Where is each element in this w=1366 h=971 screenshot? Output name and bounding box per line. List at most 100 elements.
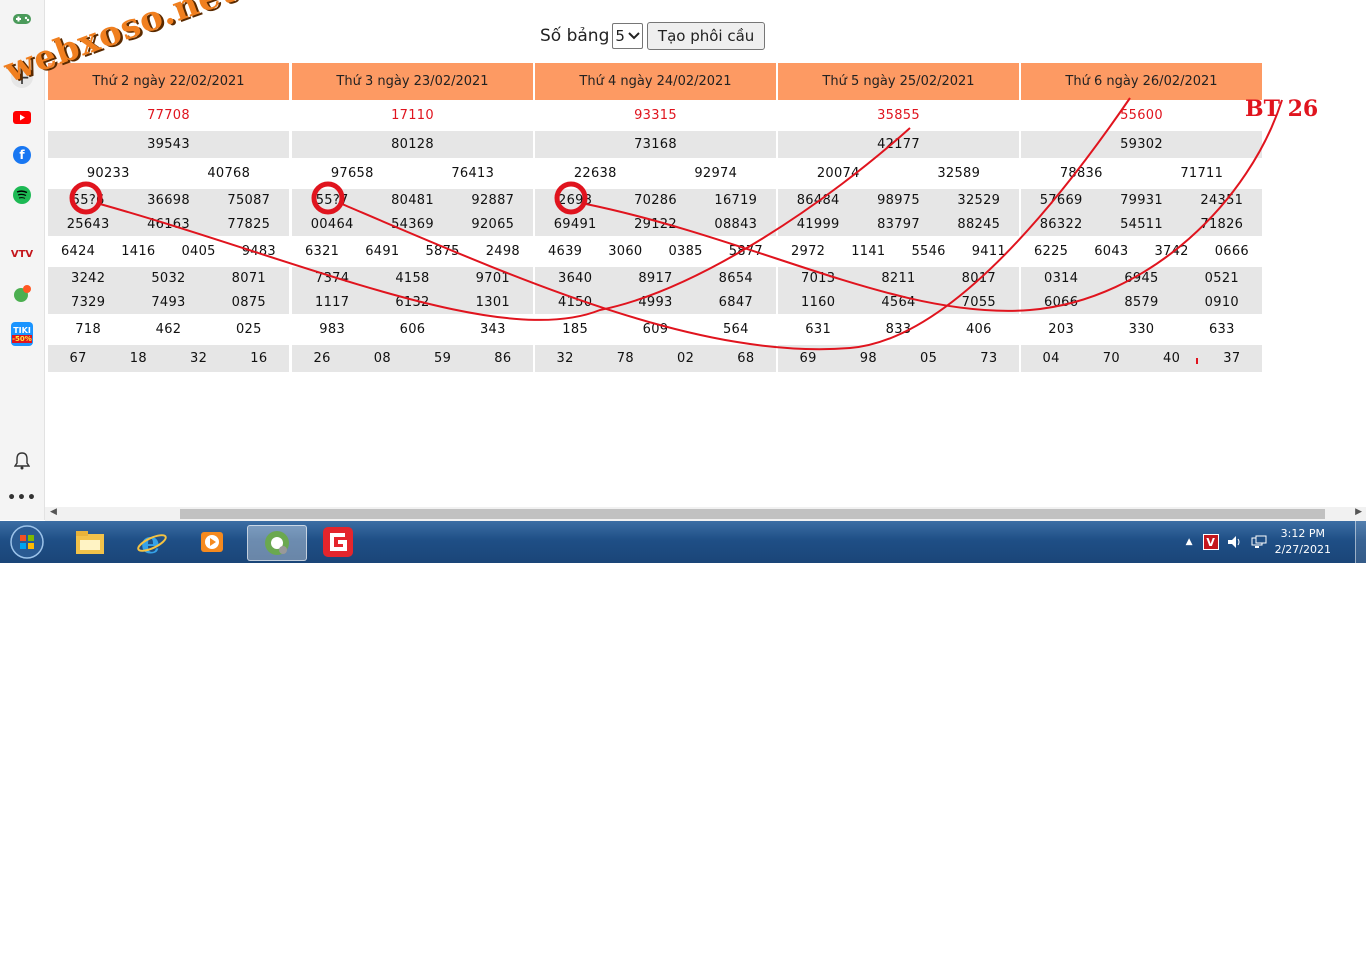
prize-number: 40768 <box>207 166 251 181</box>
prize-number: 36698 <box>147 193 190 209</box>
page-content: Số bảng 5 Tạo phôi cầu Thứ 2 ngày 22/02/… <box>45 0 1366 507</box>
prize-row: 2693 70286 16719 69491 29122 08843 <box>535 187 776 236</box>
prize-number: 330 <box>1128 322 1155 337</box>
tiki-icon[interactable]: TIKI -50% <box>11 322 33 346</box>
prize-number: 4150 <box>558 294 593 310</box>
prize-number: 6321 <box>304 244 340 259</box>
prize-row: 59302 <box>1021 129 1262 158</box>
scroll-left-icon[interactable]: ◀ <box>50 507 57 517</box>
prize-row: 78836 71711 <box>1021 158 1262 187</box>
coccoc-browser-icon[interactable] <box>247 525 307 561</box>
prize-number: 8917 <box>638 271 673 287</box>
special-prize-number: 55600 <box>1120 108 1163 123</box>
prize-number: 54511 <box>1120 216 1163 232</box>
show-desktop-button[interactable] <box>1355 521 1366 563</box>
prize-number: 8654 <box>718 271 753 287</box>
prize-number: 8579 <box>1124 294 1159 310</box>
prize-row: 73168 <box>535 129 776 158</box>
prize-number: 0314 <box>1044 271 1079 287</box>
chevron-down-icon <box>628 32 640 40</box>
prize-number: 0385 <box>668 244 703 259</box>
prize-number: 70 <box>1102 351 1120 366</box>
prize-row: 6225 6043 3742 0666 <box>1021 236 1262 265</box>
prize-number: 5875 <box>425 244 460 259</box>
windows-taskbar: e ▲ V 3:12 PM 2/27/2021 <box>0 521 1366 563</box>
show-hidden-icons-icon[interactable]: ▲ <box>1186 537 1193 547</box>
prize-number: 5546 <box>911 244 946 259</box>
prize-row: 55?6 36698 75087 25643 46163 77825 <box>48 187 289 236</box>
prize-number: 86322 <box>1039 216 1083 232</box>
prize-number: 75087 <box>227 193 271 209</box>
prize-number: 9483 <box>241 244 277 259</box>
prize-number: 40 <box>1163 351 1181 366</box>
more-icon[interactable]: ••• <box>7 487 36 509</box>
system-clock[interactable]: 3:12 PM 2/27/2021 <box>1275 526 1331 558</box>
prize-number: 92974 <box>694 166 738 181</box>
special-prize-number: 17110 <box>391 108 434 123</box>
games-icon[interactable] <box>11 283 33 305</box>
special-prize-number: 93315 <box>634 108 677 123</box>
prize-number: 2498 <box>485 244 521 259</box>
spotify-icon[interactable] <box>13 186 31 204</box>
table-count-select[interactable]: 5 <box>612 23 643 49</box>
media-player-icon[interactable] <box>186 525 238 559</box>
start-orb-icon[interactable] <box>4 525 50 559</box>
prize-number: 16 <box>250 351 268 366</box>
prize-row: 631 833 406 <box>778 314 1019 343</box>
facebook-icon[interactable]: f <box>13 146 31 164</box>
prize-row: 69 98 05 73 <box>778 343 1019 372</box>
so-bang-label: Số bảng <box>540 26 610 46</box>
prize-number: 54369 <box>391 216 434 232</box>
garena-icon[interactable] <box>312 525 364 559</box>
prize-number: 2693 <box>558 193 593 209</box>
network-icon[interactable] <box>1251 535 1267 549</box>
prize-row: 86484 98975 32529 41999 83797 88245 <box>778 187 1019 236</box>
prize-number: 185 <box>562 322 589 337</box>
prize-number: 05 <box>920 351 938 366</box>
result-table: Thứ 3 ngày 23/02/2021 17110 80128 97658 7641… <box>292 63 533 372</box>
prize-number: 7493 <box>151 294 186 310</box>
prize-number: 462 <box>155 322 182 337</box>
prize-number: 6491 <box>365 244 400 259</box>
vtv-go-icon[interactable]: VTV <box>11 243 33 265</box>
prize-number: 606 <box>399 322 426 337</box>
prize-number: 8211 <box>881 271 916 287</box>
create-pattern-button[interactable]: Tạo phôi cầu <box>646 22 766 50</box>
prize-number: 32529 <box>957 193 1001 209</box>
explorer-icon[interactable] <box>64 525 116 559</box>
prize-number: 718 <box>75 322 102 337</box>
horizontal-scrollbar[interactable]: ◀ ▶ <box>45 507 1366 521</box>
prize-number: 71826 <box>1200 216 1244 232</box>
prize-row: 55?7 80481 92887 00464 54369 92065 <box>292 187 533 236</box>
table-header: Thứ 5 ngày 25/02/2021 <box>778 63 1019 100</box>
prize-number: 609 <box>642 322 669 337</box>
prize-number: 0666 <box>1214 244 1250 259</box>
internet-explorer-icon[interactable]: e <box>126 525 178 559</box>
gamepad-icon[interactable] <box>11 8 33 30</box>
volume-icon[interactable] <box>1227 535 1243 549</box>
prize-row: 20074 32589 <box>778 158 1019 187</box>
prize-number: 04 <box>1042 351 1060 366</box>
prize-number: 633 <box>1208 322 1235 337</box>
scrollbar-thumb[interactable] <box>180 509 1325 519</box>
prize-number: 24351 <box>1200 193 1244 209</box>
prize-number: 7329 <box>71 294 106 310</box>
prize-number: 025 <box>235 322 262 337</box>
prize-number: 41999 <box>796 216 840 232</box>
prize-row: 32 78 02 68 <box>535 343 776 372</box>
prize-number: 86 <box>494 351 512 366</box>
prize-number: 29122 <box>634 216 677 232</box>
bell-icon[interactable] <box>11 450 33 472</box>
prize-number: 08 <box>373 351 391 366</box>
scroll-right-icon[interactable]: ▶ <box>1355 507 1362 517</box>
prize-row: 77708 <box>48 100 289 129</box>
vietkey-icon[interactable]: V <box>1202 534 1219 550</box>
prize-number: 59 <box>434 351 452 366</box>
prize-number: 3742 <box>1154 244 1189 259</box>
prize-number: 6066 <box>1044 294 1079 310</box>
prize-number: 80481 <box>391 193 434 209</box>
youtube-icon[interactable] <box>11 106 33 128</box>
prize-number: 88245 <box>957 216 1001 232</box>
prize-number: 7055 <box>961 294 996 310</box>
prize-number: 6847 <box>718 294 753 310</box>
